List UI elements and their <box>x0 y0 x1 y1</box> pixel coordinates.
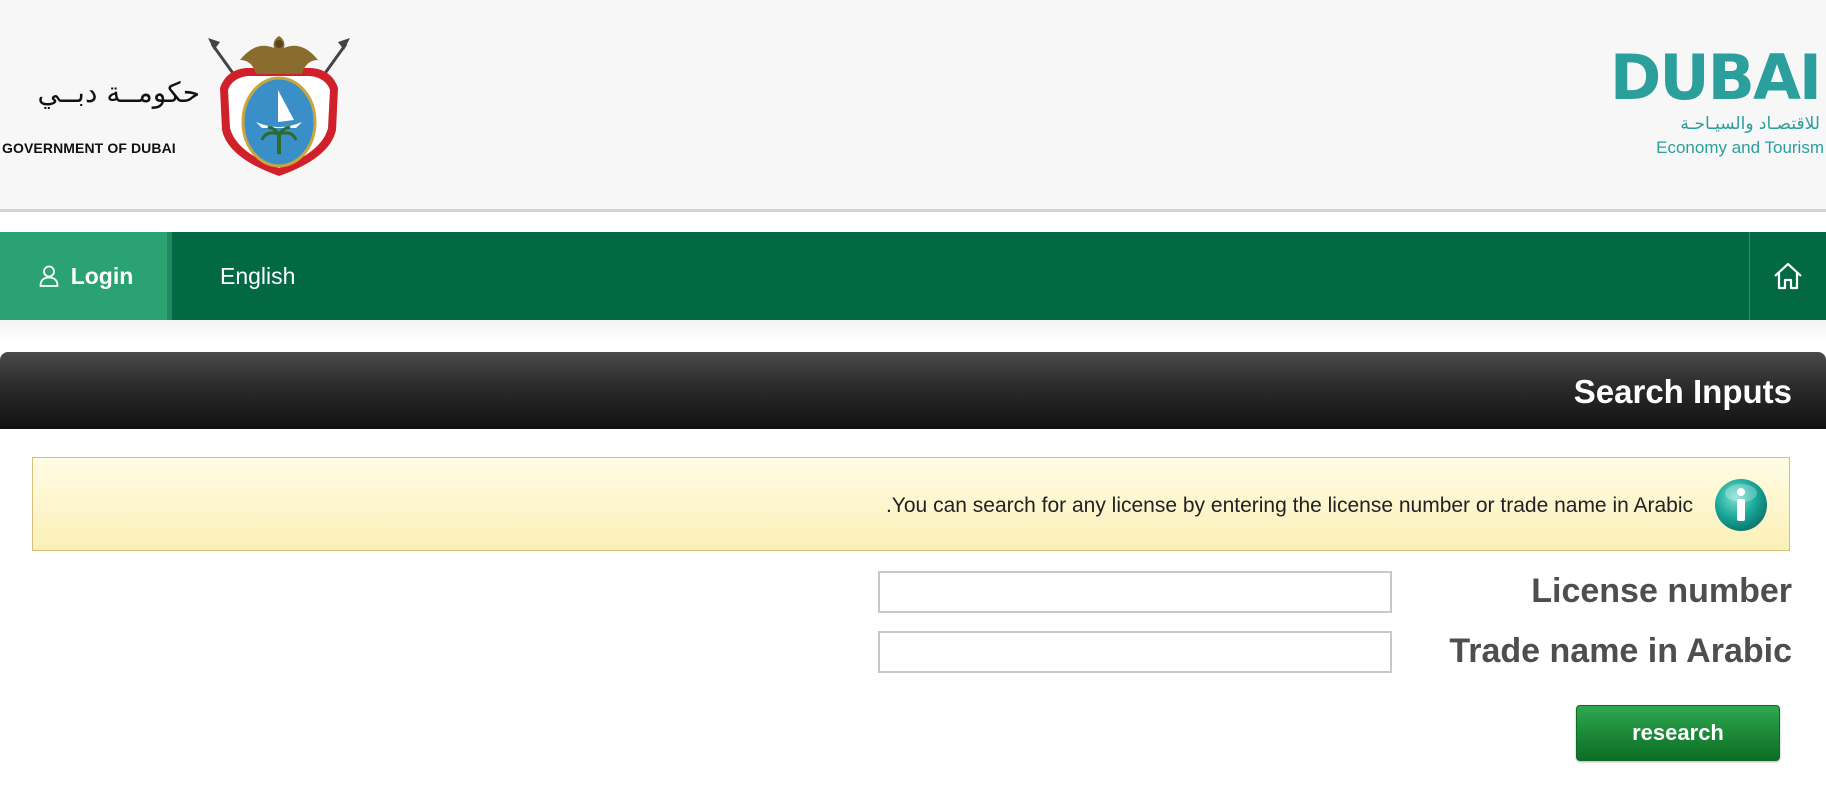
trade-name-input[interactable] <box>878 631 1392 673</box>
navbar-shadow <box>0 320 1826 340</box>
user-icon <box>39 265 59 287</box>
notice-text: .You can search for any license by enter… <box>885 494 1693 517</box>
dubai-wordmark: DUBAI <box>1609 41 1822 114</box>
login-button[interactable]: Login <box>0 232 172 320</box>
main-navbar: Login English <box>0 232 1826 320</box>
gov-arabic-name: حكومــة دبــي <box>37 76 200 109</box>
info-notice: .You can search for any license by enter… <box>32 457 1790 551</box>
info-icon <box>1715 479 1767 531</box>
license-number-input[interactable] <box>878 571 1392 613</box>
government-of-dubai-logo[interactable]: حكومــة دبــي GOVERNMENT OF DUBAI <box>0 30 360 180</box>
gov-english-name: GOVERNMENT OF DUBAI <box>2 140 176 156</box>
trade-name-label: Trade name in Arabic <box>1449 632 1792 670</box>
dubai-economy-tourism-logo[interactable]: DUBAI للاقتصـاد والسيـاحـة Economy and T… <box>1610 46 1826 166</box>
site-header: حكومــة دبــي GOVERNMENT OF DUBAI DUBAI <box>0 0 1826 212</box>
dubai-arabic-tagline: للاقتصـاد والسيـاحـة <box>1680 114 1820 134</box>
home-icon <box>1774 262 1802 290</box>
login-label: Login <box>70 262 134 289</box>
section-title: Search Inputs <box>1573 373 1792 410</box>
home-button[interactable] <box>1749 232 1826 320</box>
search-inputs-section-header: Search Inputs <box>0 352 1826 429</box>
dubai-emblem-icon <box>208 36 350 176</box>
license-number-label: License number <box>1531 572 1792 610</box>
research-button[interactable]: research <box>1576 705 1780 761</box>
language-switch-link[interactable]: English <box>220 232 295 320</box>
dubai-english-tagline: Economy and Tourism <box>1656 138 1824 157</box>
